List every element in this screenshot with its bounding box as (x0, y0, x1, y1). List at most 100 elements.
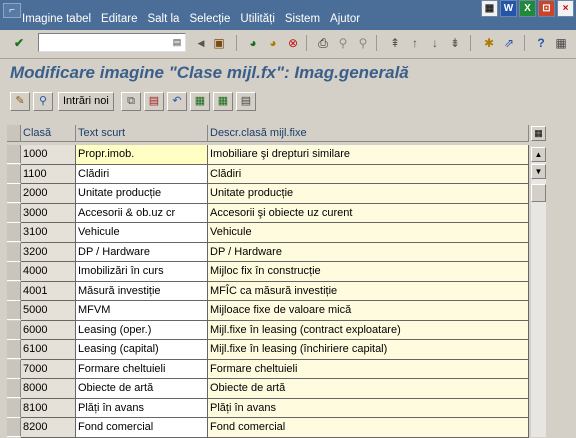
description-input[interactable]: DP / Hardware (208, 242, 529, 262)
row-selector[interactable] (7, 223, 21, 242)
scroll-up-icon[interactable]: ▲ (531, 147, 546, 162)
create-session-icon[interactable]: ✱ (480, 34, 498, 52)
row-selector[interactable] (7, 184, 21, 203)
description-input[interactable]: Imobiliare şi drepturi similare (208, 145, 529, 165)
row-selector[interactable] (7, 281, 21, 301)
description-input[interactable]: Fond comercial (208, 418, 529, 438)
last-page-icon[interactable]: ⇟ (446, 34, 464, 52)
system-menu-icon[interactable]: ⌐ (3, 3, 21, 18)
undo-change-icon[interactable]: ↶ (167, 92, 187, 111)
display-icon[interactable]: ⚲ (33, 92, 53, 111)
description-input[interactable]: Plăți în avans (208, 398, 529, 418)
cancel-icon[interactable]: ⊗ (284, 34, 302, 52)
previous-page-icon[interactable]: ↑ (406, 34, 424, 52)
command-history-icon[interactable]: ▤ (171, 36, 183, 49)
command-field[interactable]: ▤ (38, 33, 186, 52)
help-icon[interactable]: ? (532, 34, 550, 52)
description-input[interactable]: Formare cheltuieli (208, 359, 529, 379)
short-text-input[interactable]: Leasing (oper.) (76, 320, 208, 340)
excel-icon[interactable]: X (519, 0, 536, 17)
deselect-all-icon[interactable]: ▤ (236, 92, 256, 111)
row-selector[interactable] (7, 164, 21, 184)
short-text-input[interactable]: Formare cheltuieli (76, 359, 208, 379)
description-input[interactable]: Mijloace fixe de valoare mică (208, 301, 529, 321)
separator (306, 35, 307, 51)
short-text-input[interactable]: Accesorii & ob.uz cr (76, 203, 208, 223)
row-selector[interactable] (7, 379, 21, 398)
chevron-left-icon[interactable]: ◀ (192, 34, 210, 52)
copy-icon[interactable]: ⧉ (121, 92, 141, 111)
row-selector[interactable] (7, 418, 21, 437)
row-selector[interactable] (7, 359, 21, 379)
row-selector[interactable] (7, 145, 21, 164)
table-settings-icon[interactable]: ▦ (531, 126, 546, 141)
column-header-class[interactable]: Clasă (21, 125, 76, 142)
scroll-thumb[interactable] (531, 184, 546, 202)
short-text-input[interactable]: Obiecte de artă (76, 379, 208, 399)
description-input[interactable]: Mijl.fixe în leasing (închiriere capital… (208, 340, 529, 360)
office-icon[interactable]: ⊡ (538, 0, 555, 17)
column-header-short-text[interactable]: Text scurt (76, 125, 208, 142)
row-selector[interactable] (7, 398, 21, 418)
row-selector[interactable] (7, 242, 21, 262)
menu-item[interactable]: Salt la (147, 13, 179, 25)
short-text-input[interactable]: DP / Hardware (76, 242, 208, 262)
menu-item[interactable]: Ajutor (330, 13, 360, 25)
select-all-icon[interactable]: ▦ (190, 92, 210, 111)
next-page-icon[interactable]: ↓ (426, 34, 444, 52)
short-text-input[interactable]: MFVM (76, 301, 208, 321)
description-input[interactable]: Accesorii şi obiecte uz curent (208, 203, 529, 223)
delete-icon[interactable]: ▤ (144, 92, 164, 111)
row-selector[interactable] (7, 203, 21, 223)
customize-layout-icon[interactable]: ▦ (552, 34, 570, 52)
back-icon[interactable]: ◕ (244, 34, 262, 52)
new-entries-button[interactable]: Intrări noi (58, 92, 114, 111)
find-next-icon[interactable]: ⚲ (354, 34, 372, 52)
menu-item[interactable]: Imagine tabel (22, 13, 91, 25)
save-icon[interactable]: ▣ (210, 34, 228, 52)
description-input[interactable]: Clădiri (208, 164, 529, 184)
select-block-icon[interactable]: ▦ (213, 92, 233, 111)
layout-icon[interactable]: ▦ (481, 0, 498, 17)
find-icon[interactable]: ⚲ (334, 34, 352, 52)
row-selector[interactable] (7, 320, 21, 340)
close-window-icon[interactable]: × (557, 0, 574, 17)
select-all-column-header[interactable] (7, 125, 21, 142)
row-selector[interactable] (7, 301, 21, 320)
description-input[interactable]: Mijloc fix în construcție (208, 262, 529, 282)
first-page-icon[interactable]: ⇞ (386, 34, 404, 52)
enter-icon[interactable]: ✔ (10, 34, 28, 52)
menu-item[interactable]: Selecție (189, 13, 230, 25)
short-text-input[interactable]: Clădiri (76, 164, 208, 184)
description-input[interactable]: Unitate producție (208, 184, 529, 204)
row-selector[interactable] (7, 262, 21, 281)
column-header-description[interactable]: Descr.clasă mijl.fixe (208, 125, 529, 142)
word-icon[interactable]: W (500, 0, 517, 17)
short-text-input[interactable]: Vehicule (76, 223, 208, 243)
short-text-input[interactable]: Fond comercial (76, 418, 208, 438)
short-text-input[interactable]: Unitate producție (76, 184, 208, 204)
short-text-input[interactable]: Leasing (capital) (76, 340, 208, 360)
scroll-down-icon[interactable]: ▼ (531, 164, 546, 179)
short-text-input[interactable]: Propr.imob. (76, 145, 208, 165)
short-text-input[interactable]: Măsură investiție (76, 281, 208, 301)
shortcut-icon[interactable]: ⇗ (500, 34, 518, 52)
print-icon[interactable]: ⎙ (314, 34, 332, 52)
vertical-scrollbar[interactable]: ▲ ▼ (531, 147, 546, 437)
menu-item[interactable]: Utilități (240, 13, 275, 25)
description-input[interactable]: MFÎC ca măsură investiție (208, 281, 529, 301)
row-selector[interactable] (7, 340, 21, 359)
description-input[interactable]: Obiecte de artă (208, 379, 529, 399)
window-controls: ▦ W X ⊡ × (481, 0, 574, 17)
short-text-input[interactable]: Imobilizări în curs (76, 262, 208, 282)
exit-icon[interactable]: ◕ (264, 34, 282, 52)
description-input[interactable]: Mijl.fixe în leasing (contract exploatar… (208, 320, 529, 340)
menu-item[interactable]: Sistem (285, 13, 320, 25)
short-text-input[interactable]: Plăți în avans (76, 398, 208, 418)
menu-bar: ⌐ Imagine tabel Editare Salt la Selecție Uti… (0, 0, 576, 30)
menu-item[interactable]: Editare (101, 13, 137, 25)
table-row: 1000 Propr.imob. Imobiliare şi drepturi si… (7, 145, 529, 165)
description-input[interactable]: Vehicule (208, 223, 529, 243)
change-display-icon[interactable]: ✎ (10, 92, 30, 111)
table-row: 1100 Clădiri Clădiri (7, 164, 529, 184)
